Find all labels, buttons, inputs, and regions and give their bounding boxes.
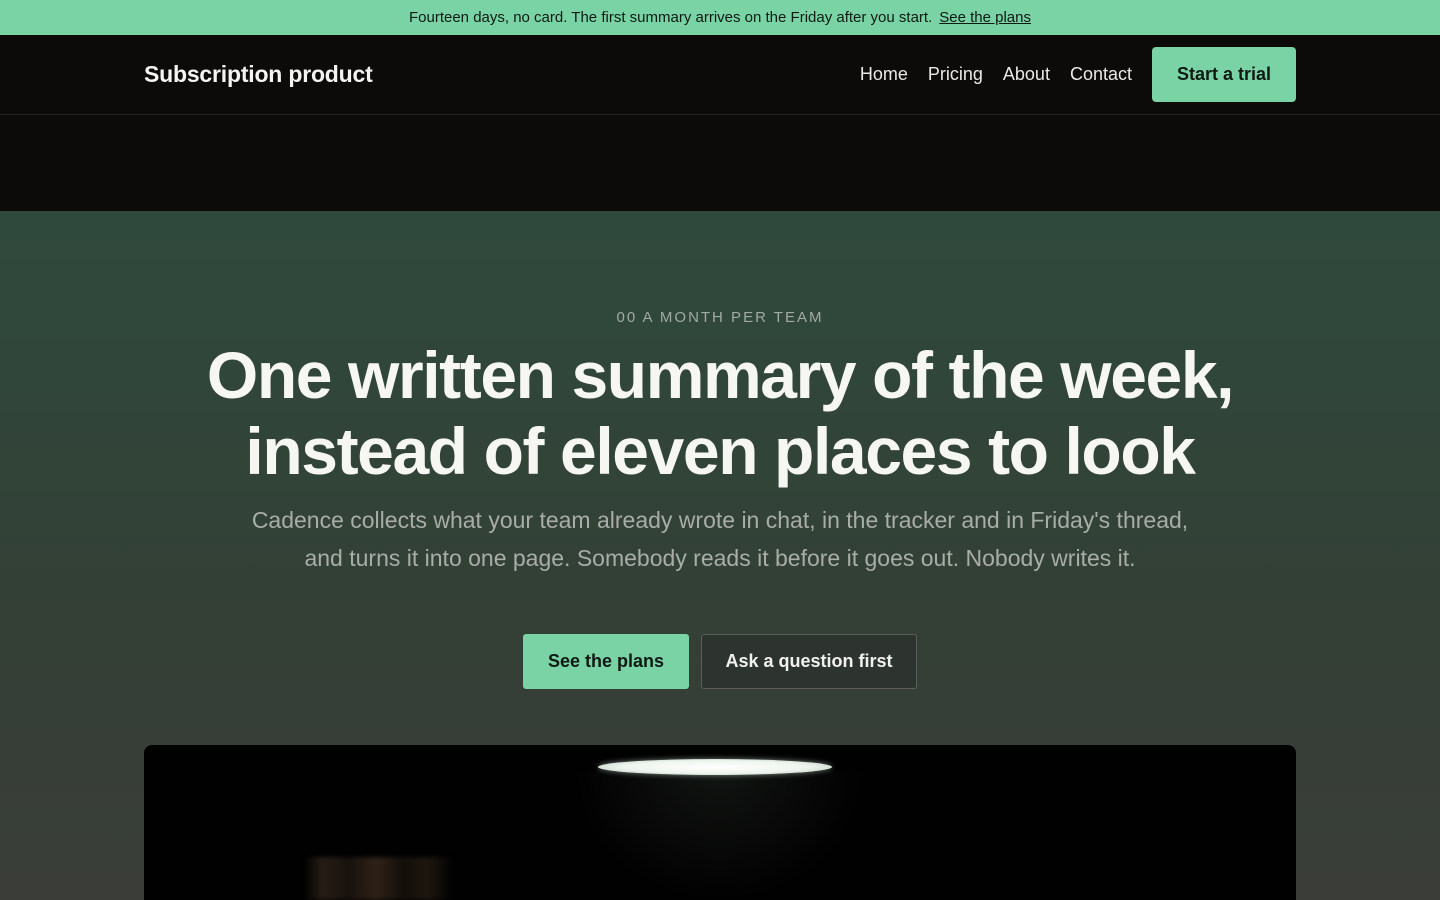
lamp-glow: [574, 771, 864, 900]
promo-see-plans-link[interactable]: See the plans: [939, 9, 1031, 26]
nav-link-contact[interactable]: Contact: [1070, 64, 1132, 85]
ask-question-button[interactable]: Ask a question first: [701, 634, 917, 689]
hero-headline: One written summary of the week, instead…: [206, 338, 1235, 488]
nav-link-about[interactable]: About: [1003, 64, 1050, 85]
nav-links: Home Pricing About Contact Start a trial: [860, 35, 1296, 114]
header-spacer: [0, 115, 1440, 211]
promo-bar: Fourteen days, no card. The first summar…: [0, 0, 1440, 35]
see-plans-button[interactable]: See the plans: [523, 634, 689, 689]
start-trial-button[interactable]: Start a trial: [1152, 47, 1296, 102]
nav-link-home[interactable]: Home: [860, 64, 908, 85]
hero-subtext: Cadence collects what your team already …: [251, 507, 1189, 571]
bookshelf-shadow: [304, 857, 454, 900]
nav-link-pricing[interactable]: Pricing: [928, 64, 983, 85]
hero-image: [144, 745, 1296, 900]
promo-message: Fourteen days, no card. The first summar…: [408, 9, 933, 26]
lamp-light: [598, 759, 832, 775]
brand-logo[interactable]: Subscription product: [144, 35, 373, 114]
hero-actions: See the plans Ask a question first: [0, 634, 1440, 689]
hero-section: 00 A MONTH PER TEAM One written summary …: [0, 211, 1440, 900]
top-navigation: Subscription product Home Pricing About …: [0, 35, 1440, 115]
hero-eyebrow: 00 A MONTH PER TEAM: [616, 309, 824, 326]
